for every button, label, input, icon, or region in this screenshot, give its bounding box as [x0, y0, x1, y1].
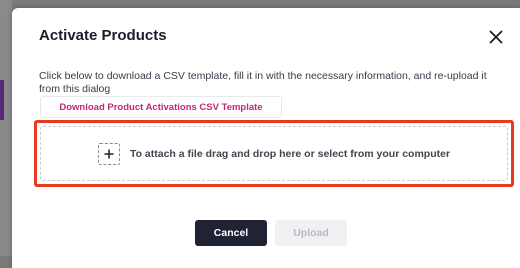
plus-icon: [104, 149, 114, 158]
dialog-description: Click below to download a CSV template, …: [39, 70, 487, 95]
download-csv-template-button[interactable]: Download Product Activations CSV Templat…: [40, 96, 282, 118]
close-icon: [489, 30, 503, 44]
upload-button[interactable]: Upload: [275, 220, 347, 246]
file-dropzone[interactable]: To attach a file drag and drop here or s…: [40, 126, 508, 181]
add-file-box[interactable]: [97, 142, 120, 165]
dialog-title: Activate Products: [39, 27, 167, 44]
activate-products-dialog: Activate Products Click below to downloa…: [12, 8, 520, 268]
backdrop-accent-bar: [0, 80, 4, 120]
page-backdrop: [0, 0, 12, 256]
close-button[interactable]: [485, 26, 507, 48]
dropzone-text: To attach a file drag and drop here or s…: [129, 147, 451, 160]
cancel-button[interactable]: Cancel: [195, 220, 267, 246]
